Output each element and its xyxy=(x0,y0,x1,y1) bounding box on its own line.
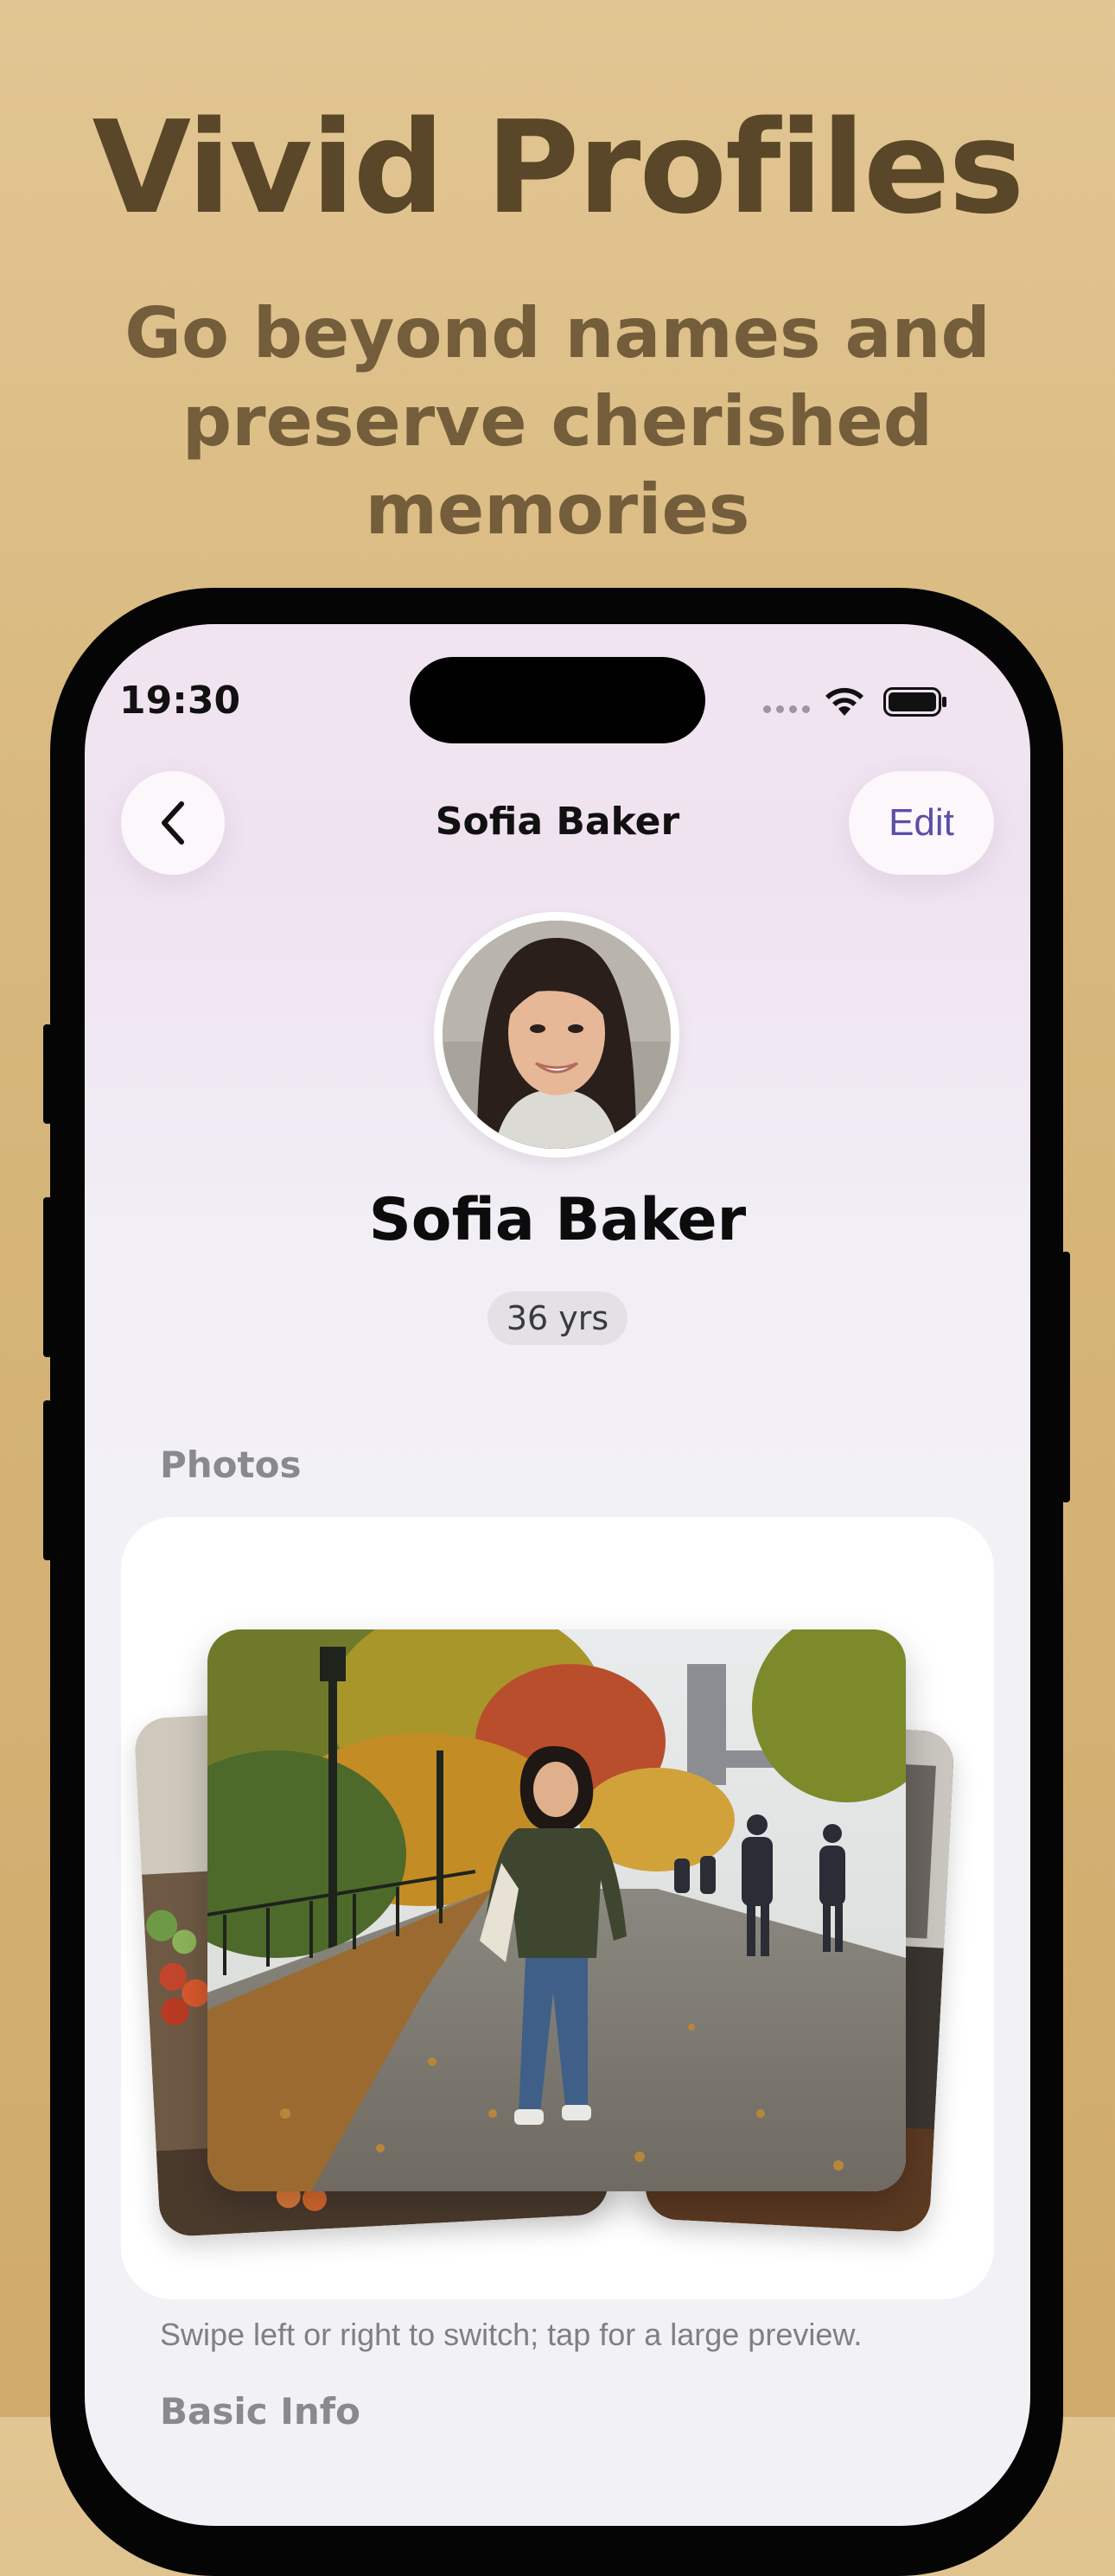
edit-button[interactable]: Edit xyxy=(849,771,994,875)
section-title-photos: Photos xyxy=(160,1444,302,1486)
photo-card-current[interactable] xyxy=(207,1629,906,2191)
autumn-park-photo xyxy=(207,1629,906,2191)
avatar-photo xyxy=(443,921,671,1149)
hero-subtitle-line: memories xyxy=(365,469,750,550)
avatar[interactable] xyxy=(434,912,679,1157)
dynamic-island xyxy=(410,657,705,743)
profile-name: Sofia Baker xyxy=(368,1186,747,1254)
back-button[interactable] xyxy=(121,771,225,875)
hero-subtitle: Go beyond names and preserve cherished m… xyxy=(104,290,1011,554)
hero-title: Vivid Profiles xyxy=(92,93,1025,242)
battery-icon xyxy=(883,687,946,717)
hero-subtitle-line: Go beyond names and xyxy=(124,293,991,373)
cellular-signal-icon xyxy=(763,705,810,713)
age-badge: 36 yrs xyxy=(487,1291,628,1345)
phone-side-button xyxy=(43,1024,52,1124)
phone-volume-down-button xyxy=(43,1400,52,1560)
hero-subtitle-line: preserve cherished xyxy=(182,381,933,462)
status-time: 19:30 xyxy=(119,679,241,723)
photos-caption: Swipe left or right to switch; tap for a… xyxy=(160,2317,863,2352)
nav-title: Sofia Baker xyxy=(435,800,680,844)
section-title-basic-info: Basic Info xyxy=(160,2390,360,2433)
wifi-icon xyxy=(825,687,863,716)
phone-power-button xyxy=(1061,1252,1070,1502)
chevron-left-icon xyxy=(162,801,184,845)
